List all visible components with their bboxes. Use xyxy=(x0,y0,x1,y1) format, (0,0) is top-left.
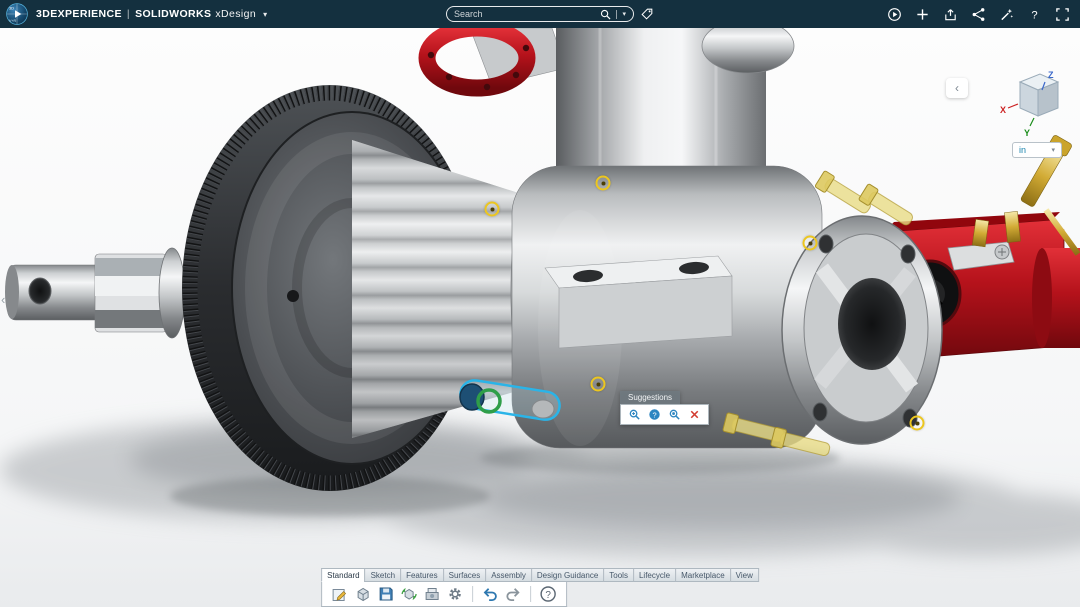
svg-text:?: ? xyxy=(652,410,656,419)
search-scope-chevron-icon[interactable]: ▾ xyxy=(622,10,626,18)
help-icon[interactable]: ? xyxy=(1027,7,1042,22)
tab-marketplace[interactable]: Marketplace xyxy=(675,568,730,582)
svg-text:?: ? xyxy=(1031,9,1037,21)
tab-sketch[interactable]: Sketch xyxy=(365,568,400,582)
tab-features[interactable]: Features xyxy=(400,568,443,582)
play-icon[interactable] xyxy=(887,7,902,22)
slot-pin[interactable] xyxy=(532,400,554,418)
hole-marker[interactable] xyxy=(910,416,925,431)
tab-standard[interactable]: Standard xyxy=(321,568,364,582)
hole-marker[interactable] xyxy=(591,377,606,392)
svg-text:V+R: V+R xyxy=(9,19,16,23)
brand-3dexperience: 3DEXPERIENCE xyxy=(36,8,122,20)
update-tool-icon[interactable] xyxy=(400,585,418,603)
search-input[interactable] xyxy=(454,9,595,19)
tab-view[interactable]: View xyxy=(730,568,759,582)
toolbar-divider xyxy=(472,586,473,602)
tag-icon[interactable] xyxy=(640,7,654,21)
viewport[interactable]: Suggestions ? ‹ Z X Y in ▾ ‹ StandardSke… xyxy=(0,28,1080,607)
suggestions-title: Suggestions xyxy=(620,391,680,404)
3dexperience-compass-logo[interactable]: 3D V+R xyxy=(6,3,28,25)
svg-text:3D: 3D xyxy=(9,6,14,11)
suggestions-popup: Suggestions ? xyxy=(620,391,709,425)
brand-separator: | xyxy=(127,8,130,20)
hole-marker[interactable] xyxy=(485,202,500,217)
collaborate-icon[interactable] xyxy=(971,7,986,22)
search-divider xyxy=(616,10,617,19)
axis-x-label[interactable]: X xyxy=(1000,105,1006,115)
left-panel-expander[interactable]: ‹ xyxy=(1,292,5,307)
share-icon[interactable] xyxy=(943,7,958,22)
suggestion-inspect-icon[interactable] xyxy=(668,408,681,421)
search-icon[interactable] xyxy=(600,9,611,20)
brand-text: 3DEXPERIENCE | SOLIDWORKS xDesign ▾ xyxy=(36,8,268,20)
axis-z-label[interactable]: Z xyxy=(1048,70,1054,80)
app-menu-chevron-icon[interactable]: ▾ xyxy=(263,10,267,19)
suggestion-zoom-area-icon[interactable] xyxy=(628,408,641,421)
hex-coupling[interactable] xyxy=(95,254,167,332)
collapse-cube-chevron[interactable]: ‹ xyxy=(946,78,968,98)
toolbar-divider xyxy=(530,586,531,602)
tab-assembly[interactable]: Assembly xyxy=(485,568,531,582)
axis-y-label[interactable]: Y xyxy=(1024,128,1030,138)
model-canvas[interactable] xyxy=(0,28,1080,607)
top-bar: 3D V+R 3DEXPERIENCE | SOLIDWORKS xDesign… xyxy=(0,0,1080,28)
search-bar[interactable]: ▾ xyxy=(446,6,634,22)
app-name: xDesign xyxy=(215,8,256,20)
front-flange[interactable] xyxy=(782,216,942,444)
magic-wand-icon[interactable] xyxy=(999,7,1014,22)
sketch-tool-icon[interactable] xyxy=(331,585,349,603)
units-dropdown[interactable]: in ▾ xyxy=(1012,142,1062,158)
tab-tools[interactable]: Tools xyxy=(603,568,633,582)
add-icon[interactable] xyxy=(915,7,930,22)
engine-mount[interactable] xyxy=(545,256,732,348)
units-value: in xyxy=(1019,145,1026,155)
ribbon-tools: ? xyxy=(321,582,567,607)
xdesign-app: 3D V+R 3DEXPERIENCE | SOLIDWORKS xDesign… xyxy=(0,0,1080,607)
ribbon: StandardSketchFeaturesSurfacesAssemblyDe… xyxy=(321,568,759,607)
suggestions-actions: ? xyxy=(620,404,709,425)
header-actions: ? xyxy=(887,0,1070,28)
svg-text:?: ? xyxy=(545,590,551,601)
ribbon-tabs: StandardSketchFeaturesSurfacesAssemblyDe… xyxy=(321,568,759,582)
units-chevron-icon: ▾ xyxy=(1051,146,1055,154)
suggestion-close-icon[interactable] xyxy=(688,408,701,421)
undo-tool-icon[interactable] xyxy=(481,585,499,603)
component-tool-icon[interactable] xyxy=(354,585,372,603)
brand-solidworks: SOLIDWORKS xyxy=(135,8,211,20)
tab-surfaces[interactable]: Surfaces xyxy=(443,568,486,582)
redo-tool-icon[interactable] xyxy=(504,585,522,603)
help-tool-icon[interactable]: ? xyxy=(539,585,557,603)
hole-marker[interactable] xyxy=(596,176,611,191)
tab-design-guidance[interactable]: Design Guidance xyxy=(531,568,603,582)
save-tool-icon[interactable] xyxy=(377,585,395,603)
view-cube[interactable]: Z X Y xyxy=(998,66,1072,144)
suggestion-help-icon[interactable]: ? xyxy=(648,408,661,421)
settings-tool-icon[interactable] xyxy=(446,585,464,603)
fullscreen-icon[interactable] xyxy=(1055,7,1070,22)
tab-lifecycle[interactable]: Lifecycle xyxy=(633,568,675,582)
hole-marker[interactable] xyxy=(803,236,818,251)
machine-tool-icon[interactable] xyxy=(423,585,441,603)
brand-area: 3D V+R 3DEXPERIENCE | SOLIDWORKS xDesign… xyxy=(0,3,268,25)
